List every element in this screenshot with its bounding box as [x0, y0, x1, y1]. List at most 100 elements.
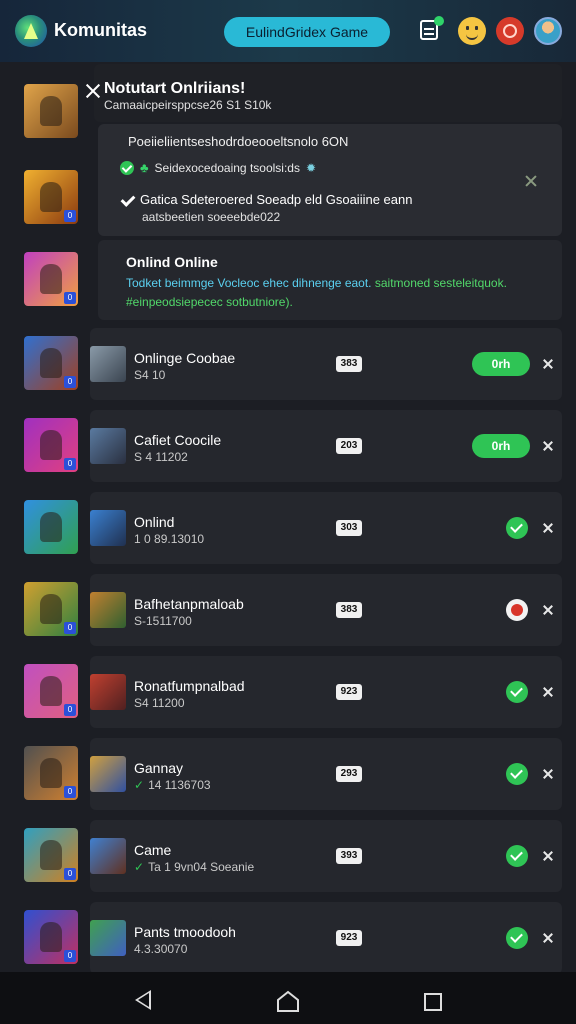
game-thumbnail[interactable]: 0: [24, 170, 78, 224]
game-icon: [90, 674, 126, 710]
count-badge: 923: [336, 930, 362, 946]
count-badge: 383: [336, 602, 362, 618]
game-meta: 1 0 89.13010: [134, 532, 204, 546]
game-list-row[interactable]: Gannay ✓ 14 1136703 293: [90, 738, 562, 810]
notice-heading: Poeiieliientseshodrdoeooeltsnolo 6ON: [128, 134, 349, 149]
game-list-row[interactable]: Onlind 1 0 89.13010 303: [90, 492, 562, 564]
game-thumbnail[interactable]: 0: [24, 746, 78, 800]
check-icon: [120, 193, 134, 207]
notification-dot-icon: [434, 16, 444, 26]
game-icon: [90, 428, 126, 464]
remove-icon[interactable]: [542, 850, 554, 862]
navigation-bar: [0, 972, 576, 1024]
online-description-blue: Todket beimmge Vocleoc ehec dihnenge eao…: [126, 276, 372, 290]
game-meta-text: 4.3.30070: [134, 942, 188, 956]
game-thumbnail[interactable]: 0: [24, 910, 78, 964]
game-name: Cafiet Coocile: [134, 432, 222, 448]
game-meta: S4 11200: [134, 696, 185, 710]
game-meta-text: 14 1136703: [148, 778, 211, 792]
status-ok-icon[interactable]: [506, 763, 528, 785]
remove-icon[interactable]: [542, 768, 554, 780]
notice-item-text: Seidexocedoaing tsoolsi:ds: [154, 160, 300, 175]
game-list-row[interactable]: Bafhetanpmaloab S-1511700 383: [90, 574, 562, 646]
close-icon[interactable]: [84, 82, 102, 100]
game-name: Bafhetanpmaloab: [134, 596, 244, 612]
remove-icon[interactable]: [542, 604, 554, 616]
game-meta: S 4 11202: [134, 450, 188, 464]
online-description: Todket beimmge Vocleoc ehec dihnenge eao…: [126, 274, 556, 312]
game-logo-icon[interactable]: [15, 15, 47, 47]
app-title: Komunitas: [54, 20, 148, 40]
game-list-row[interactable]: Ronatfumpnalbad S4 11200 923: [90, 656, 562, 728]
count-badge: 203: [336, 438, 362, 454]
game-icon: [90, 346, 126, 382]
status-ok-icon[interactable]: [506, 681, 528, 703]
notice-item-detail: aatsbeetien soeeebde022: [142, 210, 281, 224]
count-badge: 293: [336, 766, 362, 782]
game-list-row[interactable]: Came ✓ Ta 1 9vn04 Soeanie 393: [90, 820, 562, 892]
game-list-row[interactable]: Cafiet Coocile S 4 11202 203 0rh: [90, 410, 562, 482]
game-thumbnail[interactable]: 0: [24, 582, 78, 636]
home-icon[interactable]: [276, 990, 300, 1012]
game-icon: [90, 592, 126, 628]
notice-item: ♣ Seidexocedoaing tsoolsi:ds ✹: [120, 160, 316, 175]
game-name: Onlind: [134, 514, 175, 530]
game-list-row[interactable]: Pants tmoodooh 4.3.30070 923: [90, 902, 562, 974]
game-meta-text: 1 0 89.13010: [134, 532, 205, 546]
game-meta: ✓ Ta 1 9vn04 Soeanie: [134, 860, 254, 874]
count-badge: 923: [336, 684, 362, 700]
notification-popup: Notutart Onlriians! Camaaicpeirsppcse26 …: [94, 64, 562, 122]
remove-icon[interactable]: [542, 358, 554, 370]
game-meta: S4 10: [134, 368, 165, 382]
recent-apps-icon[interactable]: [424, 993, 442, 1011]
game-thumbnail[interactable]: [24, 500, 78, 554]
game-meta-text: S4 11200: [134, 696, 185, 710]
game-meta: S-1511700: [134, 614, 192, 628]
game-name: Came: [134, 842, 172, 858]
remove-icon[interactable]: [542, 932, 554, 944]
game-thumbnail[interactable]: [24, 84, 78, 138]
back-icon[interactable]: [135, 990, 151, 1010]
notice-item-text: Gatica Sdeteroered Soeadp eld Gsoaiiine …: [140, 192, 413, 207]
game-meta-text: S 4 11202: [134, 450, 188, 464]
remove-icon[interactable]: [542, 522, 554, 534]
thumbnail-column: 0 0 0 0 0 0 0 0 0: [0, 62, 90, 972]
game-thumbnail[interactable]: 0: [24, 664, 78, 718]
game-name: Onlinge Coobae: [134, 350, 236, 366]
game-thumbnail[interactable]: 0: [24, 252, 78, 306]
game-thumbnail[interactable]: 0: [24, 828, 78, 882]
game-thumbnail[interactable]: 0: [24, 336, 78, 390]
remove-icon[interactable]: [542, 440, 554, 452]
popup-subtitle: Camaaicpeirsppcse26 S1 S10k: [104, 98, 272, 112]
game-thumbnail[interactable]: 0: [24, 418, 78, 472]
dismiss-icon[interactable]: [524, 174, 538, 188]
game-meta-text: S4 10: [134, 368, 166, 382]
alert-icon[interactable]: [496, 17, 524, 45]
status-ok-icon[interactable]: [506, 927, 528, 949]
online-toggle-button[interactable]: 0rh: [472, 352, 530, 376]
clover-icon: ♣: [140, 160, 149, 175]
online-toggle-button[interactable]: 0rh: [472, 434, 530, 458]
game-meta: ✓ 14 1136703: [134, 778, 211, 792]
avatar-icon[interactable]: [534, 17, 562, 45]
game-list-row[interactable]: Onlinge Coobae S4 10 383 0rh: [90, 328, 562, 400]
status-warning-icon[interactable]: [506, 599, 528, 621]
smile-icon[interactable]: [458, 17, 486, 45]
check-icon: ✓: [134, 778, 145, 792]
game-meta-text: Ta 1 9vn04 Soeanie: [148, 860, 255, 874]
count-badge: 383: [336, 356, 362, 372]
online-title: Onlind Online: [126, 254, 218, 270]
game-button[interactable]: EulindGridex Game: [224, 17, 390, 47]
online-info-card: Onlind Online Todket beimmge Vocleoc ehe…: [98, 240, 562, 320]
game-meta-text: S-1511700: [134, 614, 192, 628]
remove-icon[interactable]: [542, 686, 554, 698]
notice-item: Gatica Sdeteroered Soeadp eld Gsoaiiine …: [120, 192, 412, 207]
game-name: Pants tmoodooh: [134, 924, 236, 940]
notice-card: Poeiieliientseshodrdoeooeltsnolo 6ON ♣ S…: [98, 124, 562, 236]
game-icon: [90, 756, 126, 792]
game-icon: [90, 510, 126, 546]
popup-title: Notutart Onlriians!: [104, 80, 246, 97]
status-ok-icon[interactable]: [506, 517, 528, 539]
game-icon: [90, 920, 126, 956]
status-ok-icon[interactable]: [506, 845, 528, 867]
